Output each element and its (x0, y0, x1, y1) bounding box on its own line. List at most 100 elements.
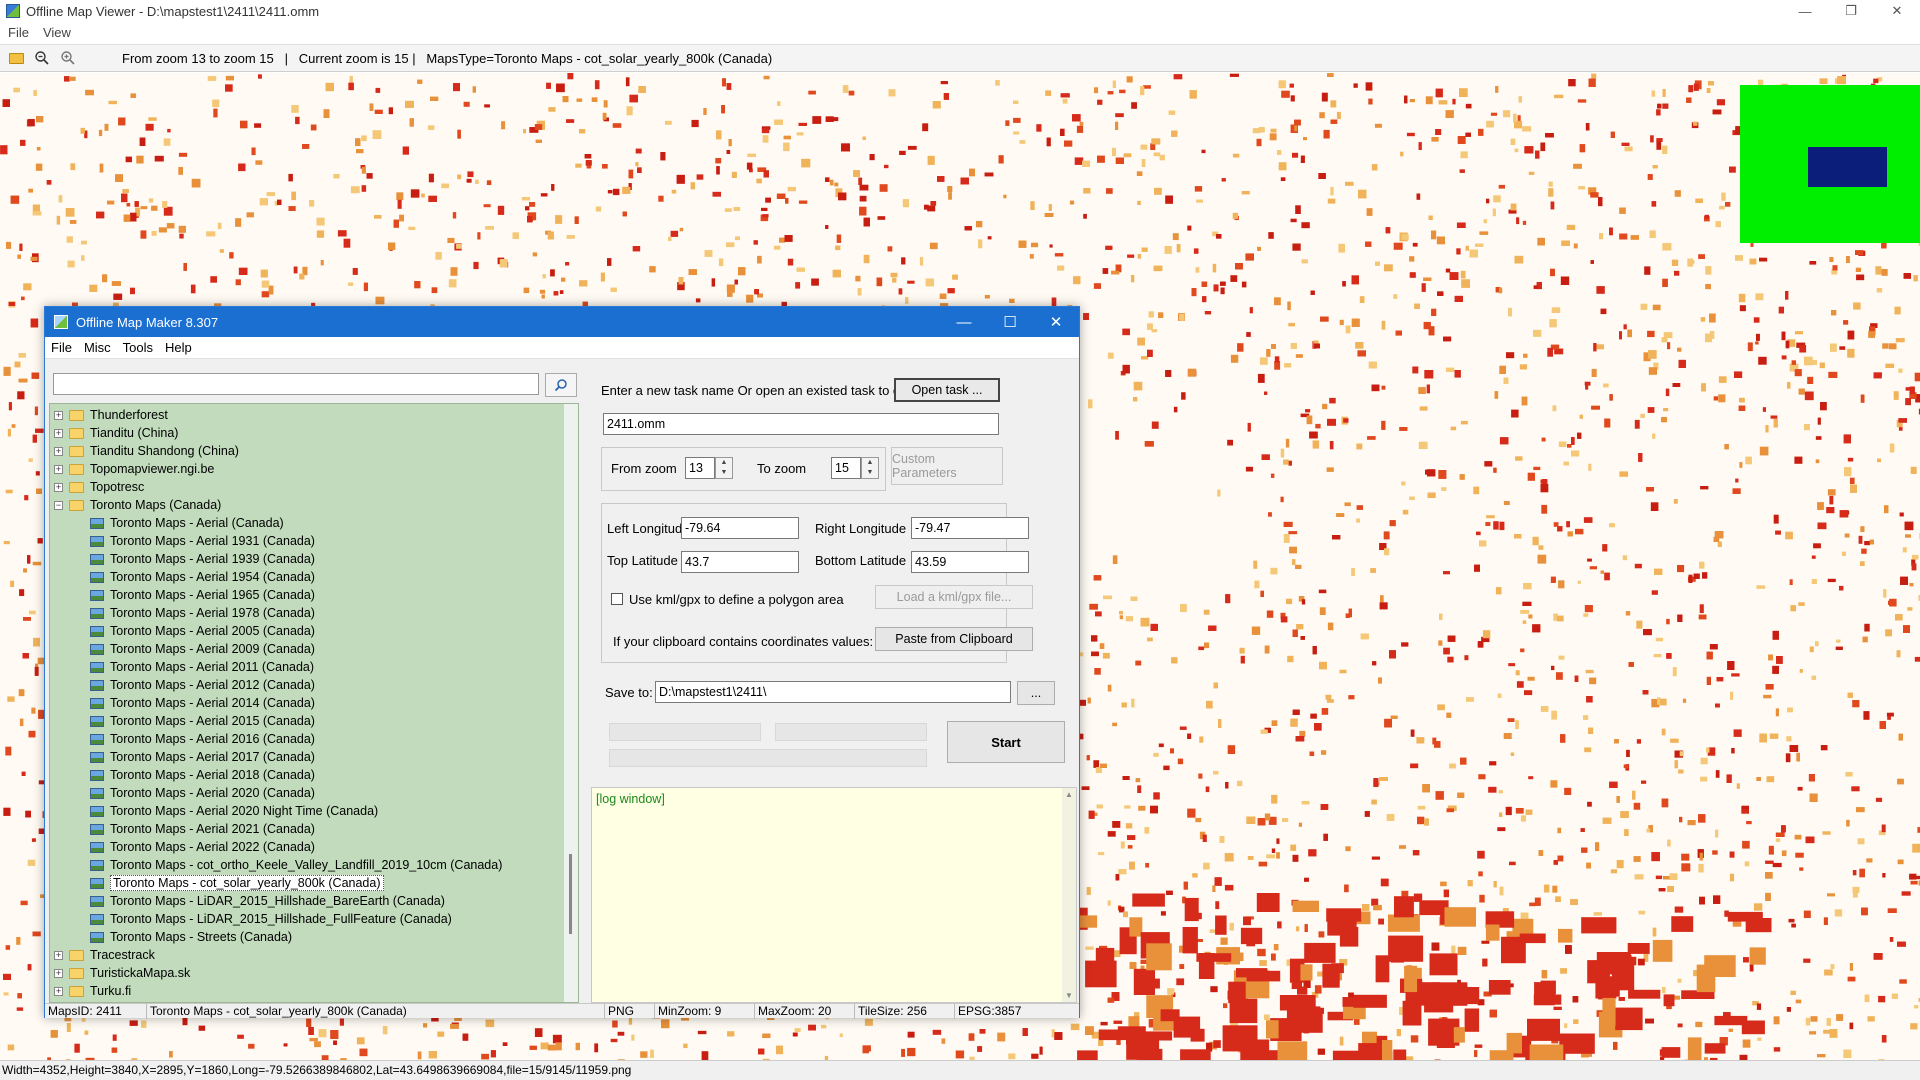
building-footprint (1693, 573, 1700, 579)
building-footprint (1460, 757, 1467, 765)
building-footprint (635, 148, 642, 154)
building-footprint (1264, 645, 1270, 654)
building-footprint (1739, 305, 1746, 312)
building-footprint (907, 145, 917, 150)
building-footprint (1532, 624, 1541, 633)
menu-file[interactable]: File (8, 25, 29, 40)
building-footprint (450, 1024, 459, 1029)
building-footprint (1274, 356, 1280, 363)
restore-icon[interactable]: ❐ (1828, 0, 1874, 22)
building-footprint (1681, 853, 1690, 861)
building-footprint (27, 964, 32, 971)
building-footprint (987, 236, 992, 240)
building-footprint (1843, 434, 1851, 444)
building-footprint (1633, 802, 1641, 810)
building-footprint (1357, 350, 1366, 357)
building-footprint (734, 279, 738, 285)
building-footprint (1589, 566, 1597, 570)
menu-view[interactable]: View (43, 25, 71, 40)
building-footprint (1176, 244, 1181, 253)
building-footprint (3, 541, 10, 545)
building-footprint (683, 1043, 688, 1049)
building-footprint (640, 1051, 648, 1058)
building-footprint (1613, 1041, 1618, 1050)
building-footprint (1790, 605, 1796, 612)
building-footprint (1718, 376, 1727, 383)
building-footprint (1725, 202, 1731, 207)
building-footprint (1264, 1014, 1270, 1020)
minimize-icon[interactable]: — (1782, 0, 1828, 22)
zoom-in-icon[interactable] (58, 48, 78, 68)
building-footprint (1266, 610, 1274, 618)
building-footprint (3, 366, 11, 376)
building-footprint (107, 200, 115, 205)
building-footprint (1649, 230, 1656, 238)
building-footprint (1319, 607, 1326, 615)
building-footprint (1113, 1020, 1123, 1024)
building-footprint (96, 211, 105, 219)
building-footprint (1815, 641, 1819, 647)
building-footprint (1910, 466, 1917, 474)
building-footprint (1330, 119, 1338, 124)
building-footprint (1367, 436, 1376, 440)
building-footprint (1670, 738, 1679, 743)
building-footprint (1374, 123, 1382, 128)
building-footprint (1881, 824, 1886, 833)
building-footprint (1630, 235, 1639, 240)
building-footprint (1881, 242, 1887, 249)
building-footprint (678, 277, 684, 285)
building-footprint (1183, 881, 1188, 890)
building-footprint (1099, 643, 1105, 649)
building-footprint (1794, 369, 1802, 377)
building-footprint (1187, 808, 1196, 818)
building-footprint (1733, 729, 1742, 737)
building-footprint (1785, 291, 1789, 300)
building-footprint (1461, 279, 1470, 288)
building-footprint (1271, 794, 1278, 804)
building-footprint (1416, 737, 1425, 744)
building-footprint (1508, 663, 1516, 667)
building-footprint (937, 176, 945, 182)
building-footprint (660, 152, 666, 161)
building-footprint (761, 207, 768, 211)
building-footprint (31, 838, 36, 842)
building-footprint (1547, 347, 1553, 357)
building-footprint (179, 233, 184, 239)
zoom-out-icon[interactable] (32, 48, 52, 68)
building-footprint (1368, 98, 1373, 105)
building-footprint (1292, 709, 1300, 715)
building-footprint (848, 90, 855, 96)
building-footprint (1112, 555, 1118, 564)
building-footprint (1557, 827, 1562, 834)
building-footprint (1548, 188, 1554, 197)
building-footprint (1195, 817, 1202, 823)
building-footprint (529, 1045, 537, 1050)
building-footprint (288, 173, 293, 182)
building-footprint (1599, 233, 1604, 240)
building-footprint (812, 116, 822, 124)
building-footprint (1395, 330, 1402, 336)
building-footprint (1661, 728, 1666, 736)
building-footprint (1445, 268, 1451, 273)
building-footprint (1794, 331, 1803, 335)
building-footprint (1013, 117, 1021, 123)
building-footprint (7, 696, 15, 702)
building-footprint (1738, 405, 1746, 411)
building-footprint (794, 1028, 801, 1032)
building-footprint (1815, 459, 1820, 464)
building-footprint (1844, 467, 1852, 477)
building-footprint (477, 232, 481, 240)
building-footprint (1528, 614, 1533, 619)
building-footprint (1271, 720, 1278, 726)
building-footprint (1372, 661, 1377, 666)
building-footprint (1339, 669, 1347, 674)
building-footprint (1449, 272, 1459, 280)
open-folder-icon[interactable] (6, 48, 26, 68)
building-footprint (1379, 777, 1388, 781)
building-footprint (8, 302, 16, 306)
close-icon[interactable]: ✕ (1874, 0, 1920, 22)
building-footprint (1503, 377, 1509, 384)
building-footprint (333, 174, 340, 179)
building-footprint (1465, 245, 1469, 251)
building-footprint (1604, 572, 1610, 581)
